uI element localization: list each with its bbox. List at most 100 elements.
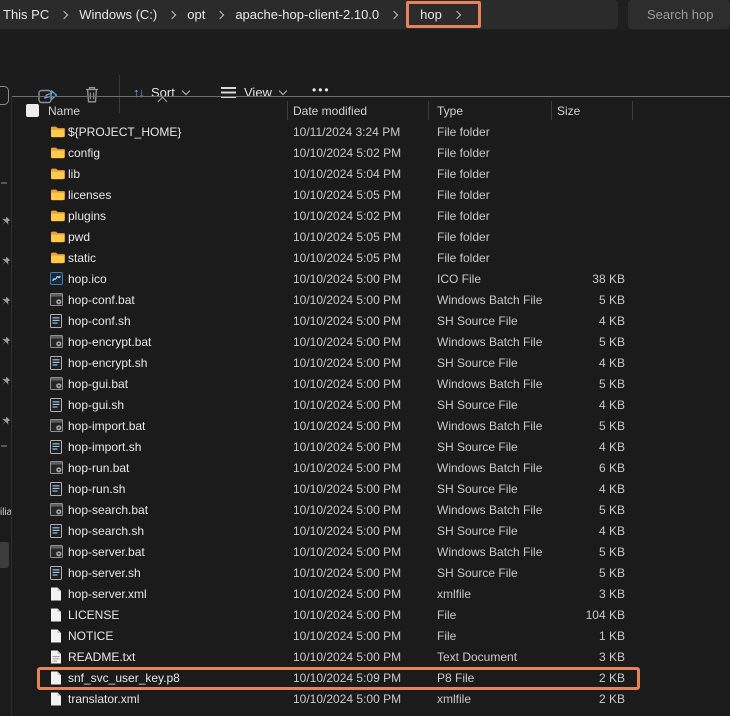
file-name: hop-conf.sh <box>68 314 131 328</box>
folder-row[interactable]: ${PROJECT_HOME}10/11/2024 3:24 PMFile fo… <box>12 122 730 143</box>
pin-icon[interactable] <box>1 373 11 383</box>
column-header-type[interactable]: Type <box>437 104 463 118</box>
chevron-down-icon <box>279 87 287 95</box>
file-row[interactable]: hop-conf.bat10/10/2024 5:00 PMWindows Ba… <box>12 290 730 311</box>
file-size: 5 KB <box>512 419 625 433</box>
folder-icon <box>50 125 64 139</box>
file-size: 5 KB <box>512 503 625 517</box>
breadcrumb-item[interactable]: This PC <box>0 7 55 22</box>
date-modified: 10/10/2024 5:00 PM <box>293 692 401 706</box>
file-row[interactable]: LICENSE10/10/2024 5:00 PMFile104 KB <box>12 605 730 626</box>
bat-icon <box>50 419 64 433</box>
file-row[interactable]: hop-import.bat10/10/2024 5:00 PMWindows … <box>12 416 730 437</box>
file-row[interactable]: hop-server.bat10/10/2024 5:00 PMWindows … <box>12 542 730 563</box>
breadcrumb-item[interactable]: apache-hop-client-2.10.0 <box>229 7 385 22</box>
chevron-right-icon <box>390 10 398 18</box>
date-modified: 10/10/2024 5:00 PM <box>293 293 401 307</box>
folder-row[interactable]: static10/10/2024 5:05 PMFile folder <box>12 248 730 269</box>
file-row[interactable]: hop-server.xml10/10/2024 5:00 PMxmlfile3… <box>12 584 730 605</box>
file-name: static <box>68 251 96 265</box>
file-row[interactable]: hop-search.sh10/10/2024 5:00 PMSH Source… <box>12 521 730 542</box>
column-header-name[interactable]: Name <box>48 104 80 118</box>
pin-icon[interactable] <box>1 253 11 263</box>
page-icon <box>50 608 64 622</box>
file-type: File folder <box>437 125 490 139</box>
file-row[interactable]: README.txt10/10/2024 5:00 PMText Documen… <box>12 647 730 668</box>
file-row[interactable]: hop.ico10/10/2024 5:00 PMICO File38 KB <box>12 269 730 290</box>
column-divider[interactable] <box>632 101 633 120</box>
sh-icon <box>50 524 64 538</box>
file-name: hop-search.sh <box>68 524 144 538</box>
clipped-toolbar-icon[interactable] <box>0 86 9 105</box>
date-modified: 10/10/2024 5:00 PM <box>293 314 401 328</box>
file-name: hop-encrypt.sh <box>68 356 147 370</box>
sh-icon <box>50 398 64 412</box>
pin-icon[interactable] <box>1 293 11 303</box>
folder-row[interactable]: plugins10/10/2024 5:02 PMFile folder <box>12 206 730 227</box>
file-row[interactable]: hop-run.sh10/10/2024 5:00 PMSH Source Fi… <box>12 479 730 500</box>
breadcrumb-item[interactable]: opt <box>181 7 211 22</box>
file-name: LICENSE <box>68 608 119 622</box>
pin-icon[interactable] <box>1 413 11 423</box>
sh-icon <box>50 440 64 454</box>
file-name: snf_svc_user_key.p8 <box>68 671 180 685</box>
file-type: File <box>437 608 456 622</box>
date-modified: 10/10/2024 5:04 PM <box>293 167 401 181</box>
file-row[interactable]: snf_svc_user_key.p810/10/2024 5:09 PMP8 … <box>12 668 730 689</box>
search-input[interactable] <box>628 0 730 29</box>
date-modified: 10/10/2024 5:00 PM <box>293 356 401 370</box>
file-type: File folder <box>437 167 490 181</box>
date-modified: 10/10/2024 5:02 PM <box>293 146 401 160</box>
file-size: 4 KB <box>512 440 625 454</box>
nav-selected-item-fragment[interactable] <box>0 542 9 568</box>
file-row[interactable]: hop-search.bat10/10/2024 5:00 PMWindows … <box>12 500 730 521</box>
date-modified: 10/10/2024 5:00 PM <box>293 566 401 580</box>
file-row[interactable]: NOTICE10/10/2024 5:00 PMFile1 KB <box>12 626 730 647</box>
file-name: hop-gui.sh <box>68 398 124 412</box>
more-options-button[interactable]: ••• <box>312 83 331 97</box>
file-type: SH Source File <box>437 524 518 538</box>
file-size: 38 KB <box>512 272 625 286</box>
column-header-date-modified[interactable]: Date modified <box>293 104 367 118</box>
date-modified: 10/10/2024 5:00 PM <box>293 629 401 643</box>
date-modified: 10/10/2024 5:00 PM <box>293 440 401 454</box>
breadcrumb-item[interactable]: hop <box>417 7 448 22</box>
select-all-checkbox[interactable] <box>26 104 39 117</box>
file-row[interactable]: hop-import.sh10/10/2024 5:00 PMSH Source… <box>12 437 730 458</box>
file-row[interactable]: hop-server.sh10/10/2024 5:00 PMSH Source… <box>12 563 730 584</box>
date-modified: 10/10/2024 5:00 PM <box>293 545 401 559</box>
file-row[interactable]: hop-run.bat10/10/2024 5:00 PMWindows Bat… <box>12 458 730 479</box>
column-divider[interactable] <box>428 101 429 120</box>
file-type: P8 File <box>437 671 474 685</box>
file-row[interactable]: translator.xml10/10/2024 5:00 PMxmlfile2… <box>12 689 730 710</box>
column-header-row: Name Date modified Type Size <box>12 96 730 123</box>
file-row[interactable]: hop-gui.bat10/10/2024 5:00 PMWindows Bat… <box>12 374 730 395</box>
pin-icon[interactable] <box>1 213 11 223</box>
file-type: SH Source File <box>437 314 518 328</box>
folder-icon <box>50 146 64 160</box>
file-type: SH Source File <box>437 440 518 454</box>
breadcrumb-item[interactable]: Windows (C:) <box>73 7 163 22</box>
file-row[interactable]: hop-gui.sh10/10/2024 5:00 PMSH Source Fi… <box>12 395 730 416</box>
pin-icon[interactable] <box>1 333 11 343</box>
file-type: File folder <box>437 230 490 244</box>
file-name: hop-server.bat <box>68 545 145 559</box>
ellipsis-icon: ••• <box>312 83 331 97</box>
column-divider[interactable] <box>287 101 288 120</box>
folder-row[interactable]: pwd10/10/2024 5:05 PMFile folder <box>12 227 730 248</box>
file-row[interactable]: hop-encrypt.sh10/10/2024 5:00 PMSH Sourc… <box>12 353 730 374</box>
folder-row[interactable]: lib10/10/2024 5:04 PMFile folder <box>12 164 730 185</box>
file-type: SH Source File <box>437 398 518 412</box>
page-icon <box>50 629 64 643</box>
date-modified: 10/10/2024 5:00 PM <box>293 503 401 517</box>
date-modified: 10/10/2024 5:05 PM <box>293 230 401 244</box>
nav-item-partial-label[interactable]: ilia <box>0 507 11 518</box>
breadcrumb-annotation-box: hop <box>406 1 481 28</box>
file-row[interactable]: hop-conf.sh 10/10/2024 5:00 PM SH Source F… <box>12 311 730 332</box>
column-header-size[interactable]: Size <box>557 104 580 118</box>
file-row[interactable]: hop-encrypt.bat10/10/2024 5:00 PMWindows… <box>12 332 730 353</box>
folder-row[interactable]: config10/10/2024 5:02 PMFile folder <box>12 143 730 164</box>
folder-row[interactable]: licenses10/10/2024 5:05 PMFile folder <box>12 185 730 206</box>
column-divider[interactable] <box>551 101 552 120</box>
file-type: Text Document <box>437 650 517 664</box>
